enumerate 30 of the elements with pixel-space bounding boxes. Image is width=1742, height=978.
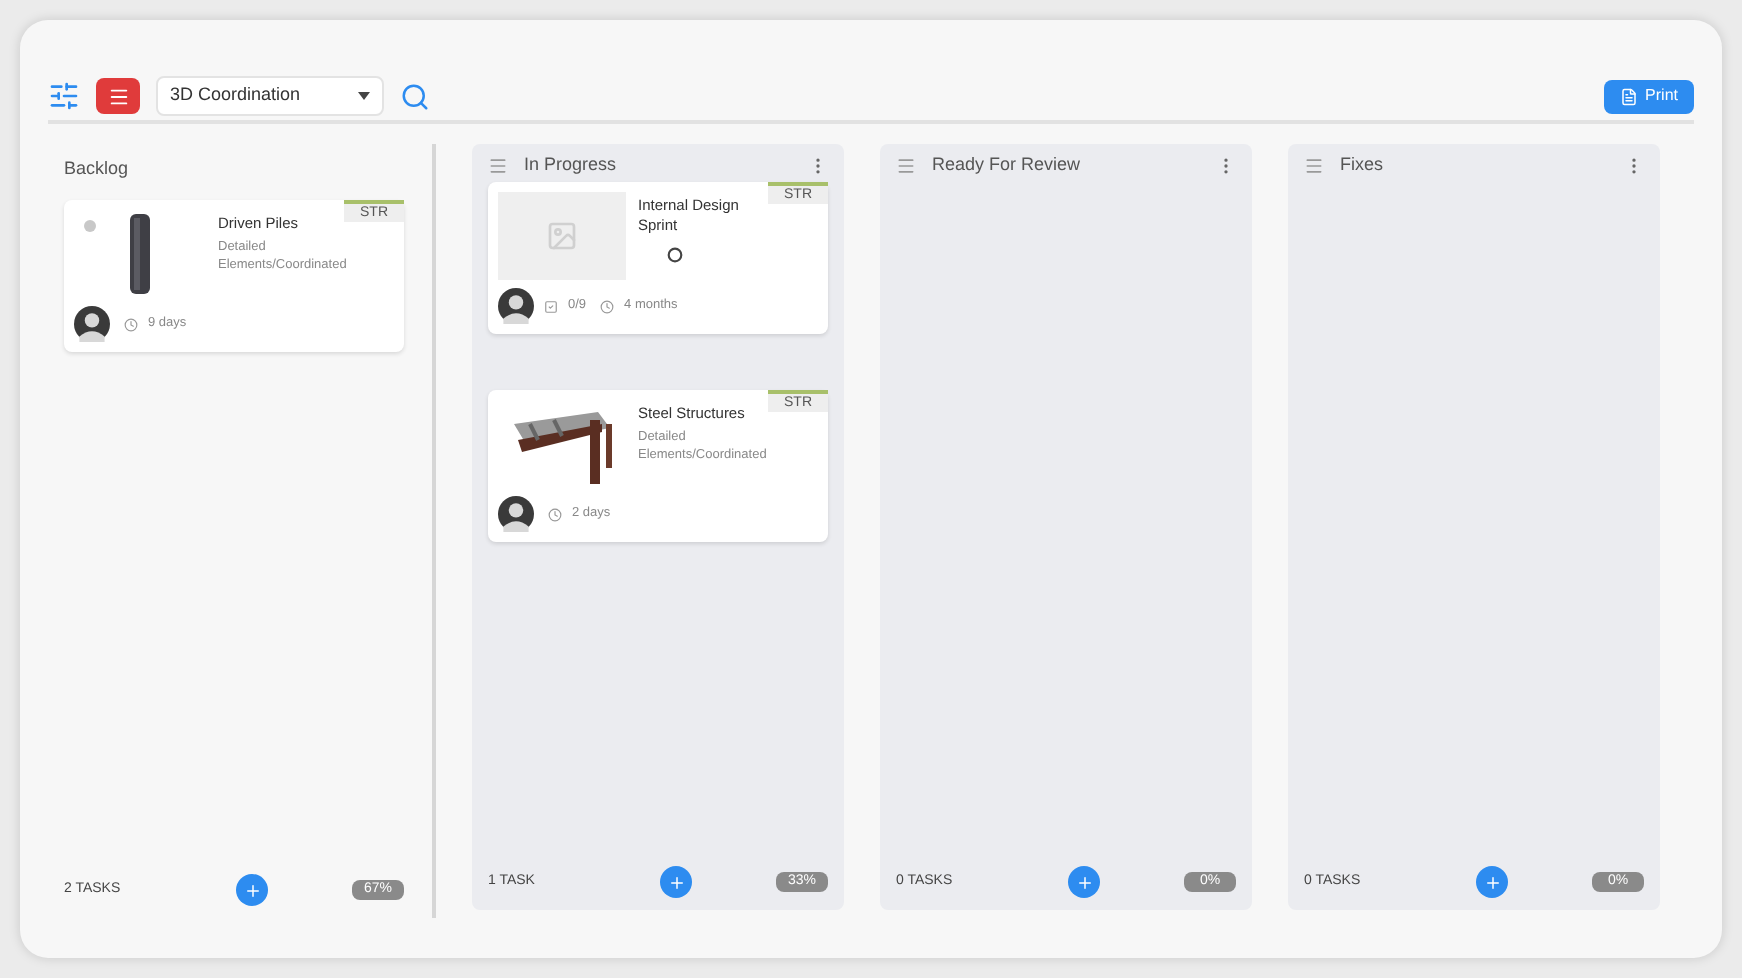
pdf-icon [1619, 87, 1638, 105]
image-icon [546, 220, 578, 252]
plus-icon [1483, 873, 1501, 891]
column-title: Ready For Review [932, 152, 1083, 179]
search-icon[interactable] [400, 81, 430, 111]
list-view-button[interactable] [96, 78, 140, 114]
dropdown-caret-icon [358, 92, 370, 100]
avatar [74, 306, 110, 342]
checklist-icon [544, 299, 558, 313]
drag-handle-icon[interactable] [1304, 156, 1324, 176]
clock-icon [600, 299, 615, 313]
add-task-button[interactable] [236, 874, 268, 906]
add-task-button[interactable] [660, 866, 692, 898]
add-task-button[interactable] [1068, 866, 1100, 898]
column-title: In Progress [524, 152, 619, 179]
menu-icon [107, 85, 129, 107]
project-dropdown[interactable]: 3D Coordination [156, 76, 384, 116]
plus-icon [1075, 873, 1093, 891]
clock-icon [548, 507, 562, 521]
drag-handle-icon[interactable] [896, 156, 916, 176]
plus-icon [667, 873, 685, 891]
plus-icon [243, 881, 261, 899]
column-title: Backlog [64, 156, 131, 183]
filter-icon[interactable] [48, 80, 80, 112]
clock-icon [124, 317, 138, 331]
column-title: Fixes [1340, 152, 1386, 179]
avatar [498, 288, 534, 324]
avatar [498, 496, 534, 532]
drag-handle-icon[interactable] [488, 156, 508, 176]
add-task-button[interactable] [1476, 866, 1508, 898]
